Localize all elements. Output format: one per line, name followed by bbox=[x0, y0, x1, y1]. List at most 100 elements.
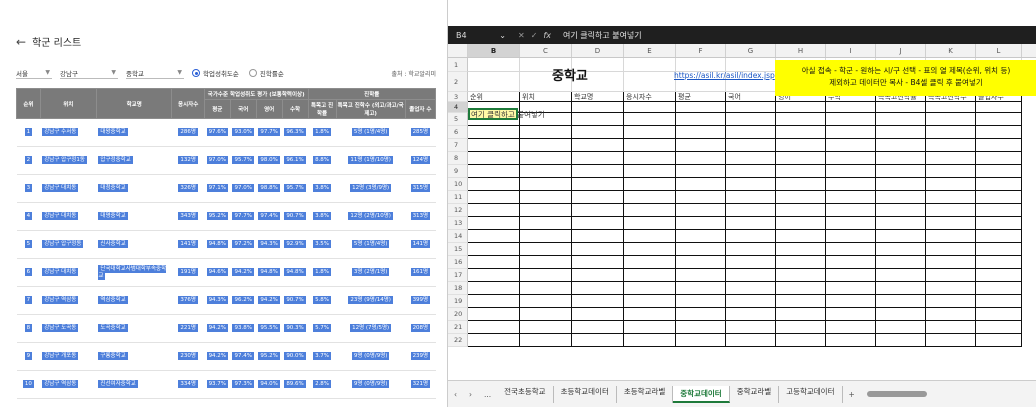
sheet-cell[interactable] bbox=[926, 113, 976, 126]
row-number[interactable]: 16 bbox=[448, 256, 468, 269]
sheet-cell[interactable] bbox=[624, 295, 676, 308]
sheet-cell[interactable] bbox=[826, 308, 876, 321]
sheet-cell[interactable] bbox=[876, 139, 926, 152]
sheet-cell[interactable] bbox=[876, 334, 926, 347]
sheet-cell[interactable] bbox=[976, 321, 1022, 334]
sheet-cell[interactable] bbox=[572, 152, 624, 165]
sheet-cell[interactable] bbox=[976, 256, 1022, 269]
sheet-cell[interactable] bbox=[776, 139, 826, 152]
sheet-cell[interactable] bbox=[624, 58, 676, 72]
sheet-cell[interactable] bbox=[572, 321, 624, 334]
row-number[interactable]: 11 bbox=[448, 191, 468, 204]
sheet-cell[interactable] bbox=[676, 58, 726, 72]
column-header[interactable]: J bbox=[876, 44, 926, 57]
sheet-cell[interactable] bbox=[926, 308, 976, 321]
row-number[interactable]: 21 bbox=[448, 321, 468, 334]
column-header[interactable]: I bbox=[826, 44, 876, 57]
sheet-cell[interactable] bbox=[572, 230, 624, 243]
sheet-cell[interactable] bbox=[468, 334, 520, 347]
sheet-cell[interactable] bbox=[624, 139, 676, 152]
sheet-cell[interactable] bbox=[624, 308, 676, 321]
sheet-cell[interactable] bbox=[572, 204, 624, 217]
sheet-cell[interactable] bbox=[468, 217, 520, 230]
sheet-cell[interactable] bbox=[826, 191, 876, 204]
sheet-cell[interactable] bbox=[676, 126, 726, 139]
column-header[interactable]: G bbox=[726, 44, 776, 57]
sheet-cell[interactable] bbox=[976, 126, 1022, 139]
sheet-cell[interactable] bbox=[976, 178, 1022, 191]
sheet-cell[interactable]: 응시자수 bbox=[624, 92, 676, 102]
sheet-cell[interactable] bbox=[520, 204, 572, 217]
sheet-cell[interactable] bbox=[926, 178, 976, 191]
sheet-cell[interactable] bbox=[776, 204, 826, 217]
column-header[interactable]: L bbox=[976, 44, 1022, 57]
sheet-cell[interactable] bbox=[776, 178, 826, 191]
sheet-cell[interactable] bbox=[876, 152, 926, 165]
sheet-cell[interactable] bbox=[676, 139, 726, 152]
sheet-cell[interactable] bbox=[624, 282, 676, 295]
sheet-cell[interactable] bbox=[976, 204, 1022, 217]
sheet-cell[interactable] bbox=[676, 178, 726, 191]
sheet-cell[interactable] bbox=[826, 102, 876, 113]
sheet-cell[interactable] bbox=[726, 165, 776, 178]
radio-achievement[interactable]: 학업성취도순 bbox=[192, 68, 239, 78]
sheet-cell[interactable] bbox=[676, 113, 726, 126]
sheet-cell[interactable] bbox=[676, 204, 726, 217]
row-number[interactable]: 20 bbox=[448, 308, 468, 321]
sheet-cell[interactable] bbox=[876, 204, 926, 217]
row-number[interactable]: 10 bbox=[448, 178, 468, 191]
sheet-cell[interactable] bbox=[624, 217, 676, 230]
sheet-cell[interactable] bbox=[876, 113, 926, 126]
district-select[interactable]: 강남구 ▼ bbox=[60, 67, 118, 79]
sheet-cell[interactable] bbox=[624, 72, 676, 92]
sheet-cell[interactable] bbox=[676, 321, 726, 334]
sheet-cell[interactable] bbox=[826, 126, 876, 139]
sheet-cell[interactable] bbox=[876, 102, 926, 113]
sheet-cell[interactable] bbox=[572, 308, 624, 321]
level-select[interactable]: 중학교 ▼ bbox=[126, 67, 184, 79]
sheet-cell[interactable] bbox=[826, 334, 876, 347]
row-number[interactable]: 19 bbox=[448, 295, 468, 308]
sheet-cell[interactable] bbox=[676, 243, 726, 256]
sheet-cell[interactable] bbox=[926, 165, 976, 178]
back-arrow-icon[interactable]: ← bbox=[16, 35, 26, 49]
sheet-cell[interactable] bbox=[976, 113, 1022, 126]
sheet-cell[interactable] bbox=[520, 308, 572, 321]
sheet-cell[interactable] bbox=[876, 230, 926, 243]
sheet-cell[interactable] bbox=[826, 295, 876, 308]
sheet-cell[interactable] bbox=[468, 308, 520, 321]
sheet-cell[interactable] bbox=[468, 72, 520, 92]
row-number[interactable]: 22 bbox=[448, 334, 468, 347]
sheet-cell[interactable] bbox=[776, 102, 826, 113]
column-header[interactable]: B bbox=[468, 44, 520, 57]
sheet-cell[interactable] bbox=[926, 204, 976, 217]
sheet-cell[interactable] bbox=[520, 334, 572, 347]
name-box[interactable]: B4 ⌄ bbox=[448, 31, 510, 40]
sheet-cell[interactable] bbox=[726, 269, 776, 282]
sheet-cell[interactable] bbox=[776, 256, 826, 269]
sheet-cell[interactable] bbox=[926, 102, 976, 113]
sheet-cell[interactable] bbox=[926, 334, 976, 347]
sheet-cell[interactable] bbox=[926, 139, 976, 152]
sheet-cell[interactable] bbox=[468, 230, 520, 243]
sheet-cell[interactable] bbox=[976, 295, 1022, 308]
sheet-cell[interactable] bbox=[776, 113, 826, 126]
sheet-cell[interactable] bbox=[572, 256, 624, 269]
row-number[interactable]: 12 bbox=[448, 204, 468, 217]
sheet-cell[interactable] bbox=[926, 269, 976, 282]
sheet-cell[interactable]: 순위 bbox=[468, 92, 520, 102]
sheet-cell[interactable] bbox=[520, 191, 572, 204]
sheet-cell[interactable] bbox=[572, 126, 624, 139]
sheet-cell[interactable] bbox=[624, 243, 676, 256]
sheet-cell[interactable] bbox=[926, 256, 976, 269]
sheet-cell[interactable] bbox=[468, 243, 520, 256]
column-header[interactable]: E bbox=[624, 44, 676, 57]
sheet-cell[interactable] bbox=[520, 139, 572, 152]
sheet-cell[interactable] bbox=[876, 243, 926, 256]
sheet-cell[interactable] bbox=[520, 126, 572, 139]
sheet-cell[interactable] bbox=[468, 152, 520, 165]
sheet-tab[interactable]: 고등학교데이터 bbox=[779, 385, 843, 403]
radio-advancement[interactable]: 진학률순 bbox=[248, 68, 284, 78]
sheet-cell[interactable] bbox=[976, 230, 1022, 243]
sheet-cell[interactable] bbox=[726, 321, 776, 334]
